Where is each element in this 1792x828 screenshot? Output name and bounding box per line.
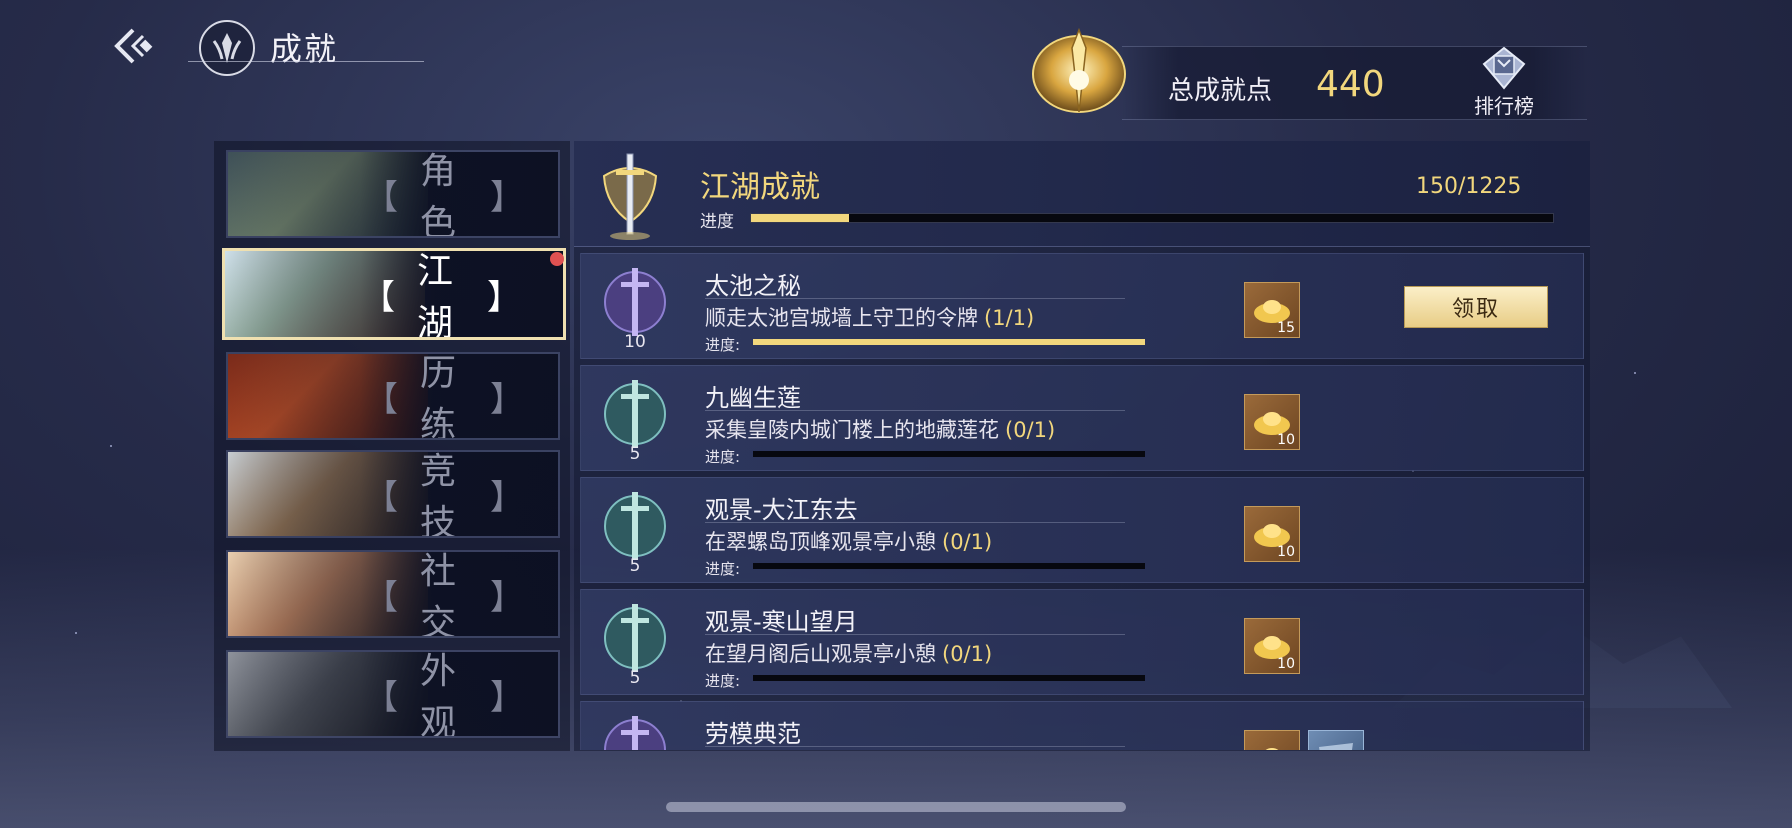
reward-quantity: 10 — [1277, 544, 1295, 560]
total-points-label: 总成就点 — [1168, 76, 1273, 106]
gold-ingot-icon — [1265, 748, 1279, 750]
medal-purple-icon — [604, 716, 666, 750]
background-star — [75, 632, 77, 634]
category-progress-label: 进度 — [700, 212, 734, 232]
title-divider — [188, 61, 424, 62]
bracket-right: 】 — [490, 477, 528, 518]
ranking-button[interactable]: 排行榜 — [1468, 46, 1540, 118]
back-arrow-icon — [114, 28, 153, 64]
category-label: 竞技 — [420, 451, 461, 538]
achievement-progress-text: (0/1) — [942, 530, 993, 554]
claim-button[interactable]: 领取 — [1404, 286, 1548, 328]
reward-quantity: 15 — [1277, 320, 1295, 336]
category-progress-bar — [750, 213, 1554, 223]
category-label: 角色 — [420, 151, 461, 238]
home-indicator[interactable] — [666, 802, 1126, 812]
bracket-right: 】 — [487, 277, 525, 318]
achievement-name: 观景-大江东去 — [705, 496, 858, 524]
reward-quantity: 10 — [1277, 656, 1295, 672]
bracket-right: 】 — [490, 577, 528, 618]
reward-item[interactable] — [1308, 730, 1364, 750]
notification-dot — [550, 252, 564, 266]
back-button[interactable] — [108, 24, 160, 68]
ranking-banner-icon — [1482, 46, 1526, 90]
achievement-progress-text: (1/1) — [984, 306, 1035, 330]
achievement-description: 顺走太池宫城墙上守卫的令牌 (1/1) — [705, 306, 1035, 330]
medal-teal-icon — [604, 380, 666, 448]
achievement-progress-bar — [753, 339, 1145, 345]
bracket-left: 【 — [361, 277, 399, 318]
reward-item[interactable]: 10 — [1244, 394, 1300, 450]
category-progress-count: 150/1225 — [1416, 174, 1522, 199]
achievement-description: 在翠螺岛顶峰观景亭小憩 (0/1) — [705, 530, 993, 554]
sword-shield-icon — [598, 148, 662, 244]
achievement-name: 九幽生莲 — [705, 384, 801, 412]
category-tab-jianghu[interactable]: 【江湖】 — [222, 248, 566, 340]
sect-emblem-icon — [199, 20, 255, 76]
achievement-description: 在望月阁后山观景亭小憩 (0/1) — [705, 642, 993, 666]
golden-crest-icon — [1020, 22, 1138, 122]
achievement-row: 劳模典范 — [580, 701, 1584, 750]
bracket-left: 【 — [364, 477, 402, 518]
achievement-row: 5 观景-寒山望月 在望月阁后山观景亭小憩 (0/1) 进度: 10 — [580, 589, 1584, 695]
bracket-right: 】 — [490, 177, 528, 218]
achievement-name: 观景-寒山望月 — [705, 608, 858, 636]
achievement-progress-bar — [753, 451, 1145, 457]
achievement-points: 5 — [629, 668, 641, 688]
reward-quantity: 10 — [1277, 432, 1295, 448]
bracket-left: 【 — [364, 577, 402, 618]
achievement-progress-bar — [753, 675, 1145, 681]
achievement-name: 太池之秘 — [705, 272, 801, 300]
page-title: 成就 — [270, 30, 339, 68]
achievement-progress-fill — [753, 339, 1145, 345]
category-tab-appearance[interactable]: 【外观】 — [226, 650, 560, 738]
achievement-progress-text: (0/1) — [942, 642, 993, 666]
category-tab-arena[interactable]: 【竞技】 — [226, 450, 560, 538]
achievement-progress-label: 进度: — [705, 560, 741, 578]
ranking-label: 排行榜 — [1474, 94, 1534, 118]
achievement-points: 5 — [629, 444, 641, 464]
category-tab-social[interactable]: 【社交】 — [226, 550, 560, 638]
category-label: 历练 — [420, 353, 461, 440]
achievement-row: 10 太池之秘 顺走太池宫城墙上守卫的令牌 (1/1) 进度: 15 领取 — [580, 253, 1584, 359]
total-points-value: 440 — [1316, 64, 1385, 105]
reward-item[interactable]: 10 — [1244, 506, 1300, 562]
achievement-row: 5 观景-大江东去 在翠螺岛顶峰观景亭小憩 (0/1) 进度: 10 — [580, 477, 1584, 583]
medal-teal-icon — [604, 492, 666, 560]
bracket-left: 【 — [364, 677, 402, 718]
category-tab-role[interactable]: 【角色】 — [226, 150, 560, 238]
bracket-left: 【 — [364, 177, 402, 218]
category-progress-fill — [751, 214, 849, 222]
achievement-progress-bar — [753, 563, 1145, 569]
reward-item[interactable]: 15 — [1244, 282, 1300, 338]
reward-item[interactable] — [1244, 730, 1300, 750]
bracket-right: 】 — [490, 677, 528, 718]
category-label: 外观 — [420, 651, 461, 738]
achievement-progress-label: 进度: — [705, 336, 741, 354]
achievement-description: 采集皇陵内城门楼上的地藏莲花 (0/1) — [705, 418, 1056, 442]
category-tab-experience[interactable]: 【历练】 — [226, 352, 560, 440]
category-title: 江湖成就 — [700, 170, 820, 205]
bracket-left: 【 — [364, 379, 402, 420]
medal-purple-icon — [604, 268, 666, 336]
achievement-progress-label: 进度: — [705, 672, 741, 690]
category-label: 社交 — [420, 551, 461, 638]
achievement-progress-label: 进度: — [705, 448, 741, 466]
reward-item[interactable]: 10 — [1244, 618, 1300, 674]
achievement-row: 5 九幽生莲 采集皇陵内城门楼上的地藏莲花 (0/1) 进度: 10 — [580, 365, 1584, 471]
category-label: 江湖 — [417, 251, 458, 340]
medal-teal-icon — [604, 604, 666, 672]
achievement-progress-text: (0/1) — [1005, 418, 1056, 442]
achievement-list[interactable]: 10 太池之秘 顺走太池宫城墙上守卫的令牌 (1/1) 进度: 15 领取 5 九… — [580, 253, 1588, 750]
bracket-right: 】 — [490, 379, 528, 420]
background-star — [1634, 372, 1636, 374]
achievement-name: 劳模典范 — [705, 720, 801, 748]
blue-item-icon — [1319, 743, 1353, 750]
achievement-points: 10 — [624, 332, 646, 352]
background-star — [110, 445, 112, 447]
achievement-points: 5 — [629, 556, 641, 576]
